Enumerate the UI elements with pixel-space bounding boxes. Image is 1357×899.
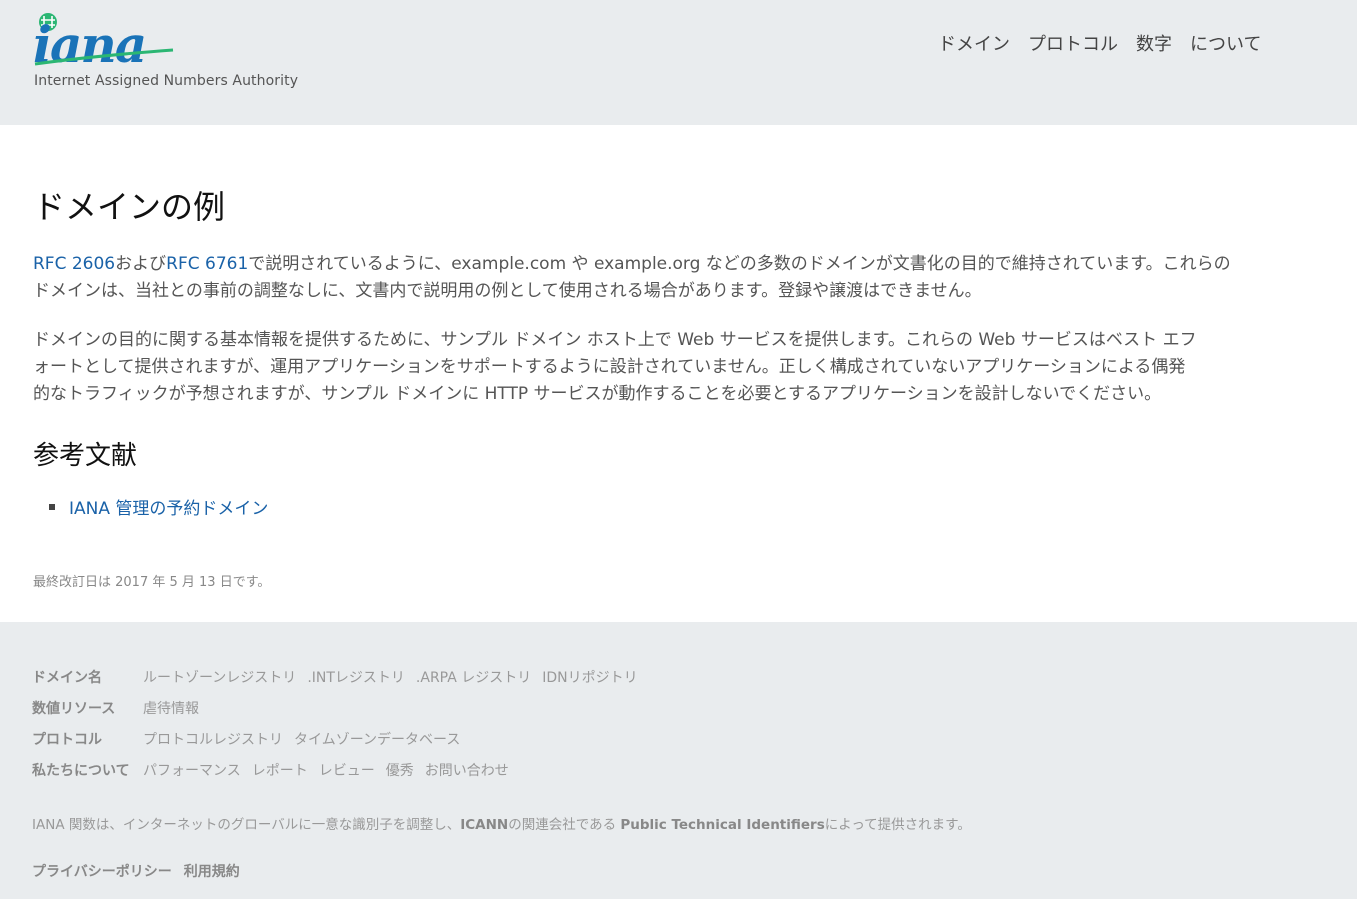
footer-note-part2: の関連会社である xyxy=(508,817,621,833)
terms-of-service-link[interactable]: 利用規約 xyxy=(184,861,240,881)
nav-protocols[interactable]: プロトコル xyxy=(1028,30,1118,56)
intro-line2: ドメインは、当社との事前の調整なしに、文書内で説明用の例として使用される場合があ… xyxy=(33,281,982,301)
footer-link-int-registry[interactable]: .INTレジストリ xyxy=(307,667,405,687)
privacy-policy-link[interactable]: プライバシーポリシー xyxy=(32,861,172,881)
rfc6761-link[interactable]: RFC 6761 xyxy=(166,254,248,274)
footer-link-performance[interactable]: パフォーマンス xyxy=(143,760,241,780)
footer-link-excellence[interactable]: 優秀 xyxy=(386,760,414,780)
services-line2: ォートとして提供されますが、運用アプリケーションをサポートするように設計されてい… xyxy=(33,357,1186,377)
footer-row-numbers: 数値リソース 虐待情報 xyxy=(32,698,210,718)
iana-logo-icon: iana xyxy=(33,13,174,70)
page-title: ドメインの例 xyxy=(33,188,226,226)
site-footer: ドメイン名 ルートゾーンレジストリ .INTレジストリ .ARPA レジストリ … xyxy=(0,622,1357,899)
footer-note: IANA 関数は、インターネットのグローバルに一意な識別子を調整し、ICANNの… xyxy=(32,813,971,833)
and-text: および xyxy=(115,254,167,274)
intro-line1: で説明されているように、example.com や example.org など… xyxy=(248,254,1231,274)
last-updated: 最終改訂日は 2017 年 5 月 13 日です。 xyxy=(33,575,271,590)
footer-link-arpa-registry[interactable]: .ARPA レジストリ xyxy=(416,667,531,687)
services-line1: ドメインの目的に関する基本情報を提供するために、サンプル ドメイン ホスト上で … xyxy=(33,330,1197,350)
nav-numbers[interactable]: 数字 xyxy=(1136,30,1172,56)
footer-label-about: 私たちについて xyxy=(32,763,130,779)
footer-label-protocols: プロトコル xyxy=(32,732,102,748)
references-list: IANA 管理の予約ドメイン xyxy=(33,494,268,519)
references-heading: 参考文献 xyxy=(33,441,138,471)
logo-subtitle: Internet Assigned Numbers Authority xyxy=(34,73,299,89)
footer-row-domains: ドメイン名 ルートゾーンレジストリ .INTレジストリ .ARPA レジストリ … xyxy=(32,667,649,687)
icann-link[interactable]: ICANN xyxy=(460,817,508,833)
nav-domains[interactable]: ドメイン xyxy=(938,30,1010,56)
iana-logo[interactable]: iana Internet Assigned Numbers Authority xyxy=(33,10,308,95)
site-header: iana Internet Assigned Numbers Authority… xyxy=(0,0,1357,125)
rfc2606-link[interactable]: RFC 2606 xyxy=(33,254,115,274)
footer-link-root-zone[interactable]: ルートゾーンレジストリ xyxy=(143,667,296,687)
bullet-icon xyxy=(49,503,55,510)
footer-row-protocols: プロトコル プロトコルレジストリ タイムゾーンデータベース xyxy=(32,729,471,749)
footer-row-about: 私たちについて パフォーマンス レポート レビュー 優秀 お問い合わせ xyxy=(32,760,520,780)
services-line3: 的なトラフィックが予想されますが、サンプル ドメインに HTTP サービスが動作… xyxy=(33,384,1162,404)
footer-link-idn-repository[interactable]: IDNリポジトリ xyxy=(542,667,637,687)
footer-link-contact[interactable]: お問い合わせ xyxy=(425,760,509,780)
footer-link-reports[interactable]: レポート xyxy=(252,760,308,780)
footer-note-part3: によって提供されます。 xyxy=(824,817,971,833)
services-paragraph: ドメインの目的に関する基本情報を提供するために、サンプル ドメイン ホスト上で … xyxy=(33,327,1273,408)
top-nav: ドメイン プロトコル 数字 について xyxy=(938,30,1261,56)
footer-link-timezone-db[interactable]: タイムゾーンデータベース xyxy=(294,729,460,749)
intro-paragraph: RFC 2606およびRFC 6761で説明されているように、example.c… xyxy=(33,251,1273,305)
nav-about[interactable]: について xyxy=(1190,30,1261,56)
footer-legal: プライバシーポリシー 利用規約 xyxy=(32,861,240,881)
footer-label-numbers: 数値リソース xyxy=(32,701,116,717)
footer-link-abuse[interactable]: 虐待情報 xyxy=(143,698,199,718)
footer-label-domains: ドメイン名 xyxy=(32,670,102,686)
footer-note-part1: IANA 関数は、インターネットのグローバルに一意な識別子を調整し、 xyxy=(32,817,461,833)
reserved-domains-link[interactable]: IANA 管理の予約ドメイン xyxy=(69,494,268,519)
pti-link[interactable]: Public Technical Identifiers xyxy=(620,817,824,833)
footer-link-reviews[interactable]: レビュー xyxy=(319,760,375,780)
list-item: IANA 管理の予約ドメイン xyxy=(33,494,268,519)
footer-link-protocol-registries[interactable]: プロトコルレジストリ xyxy=(143,729,283,749)
